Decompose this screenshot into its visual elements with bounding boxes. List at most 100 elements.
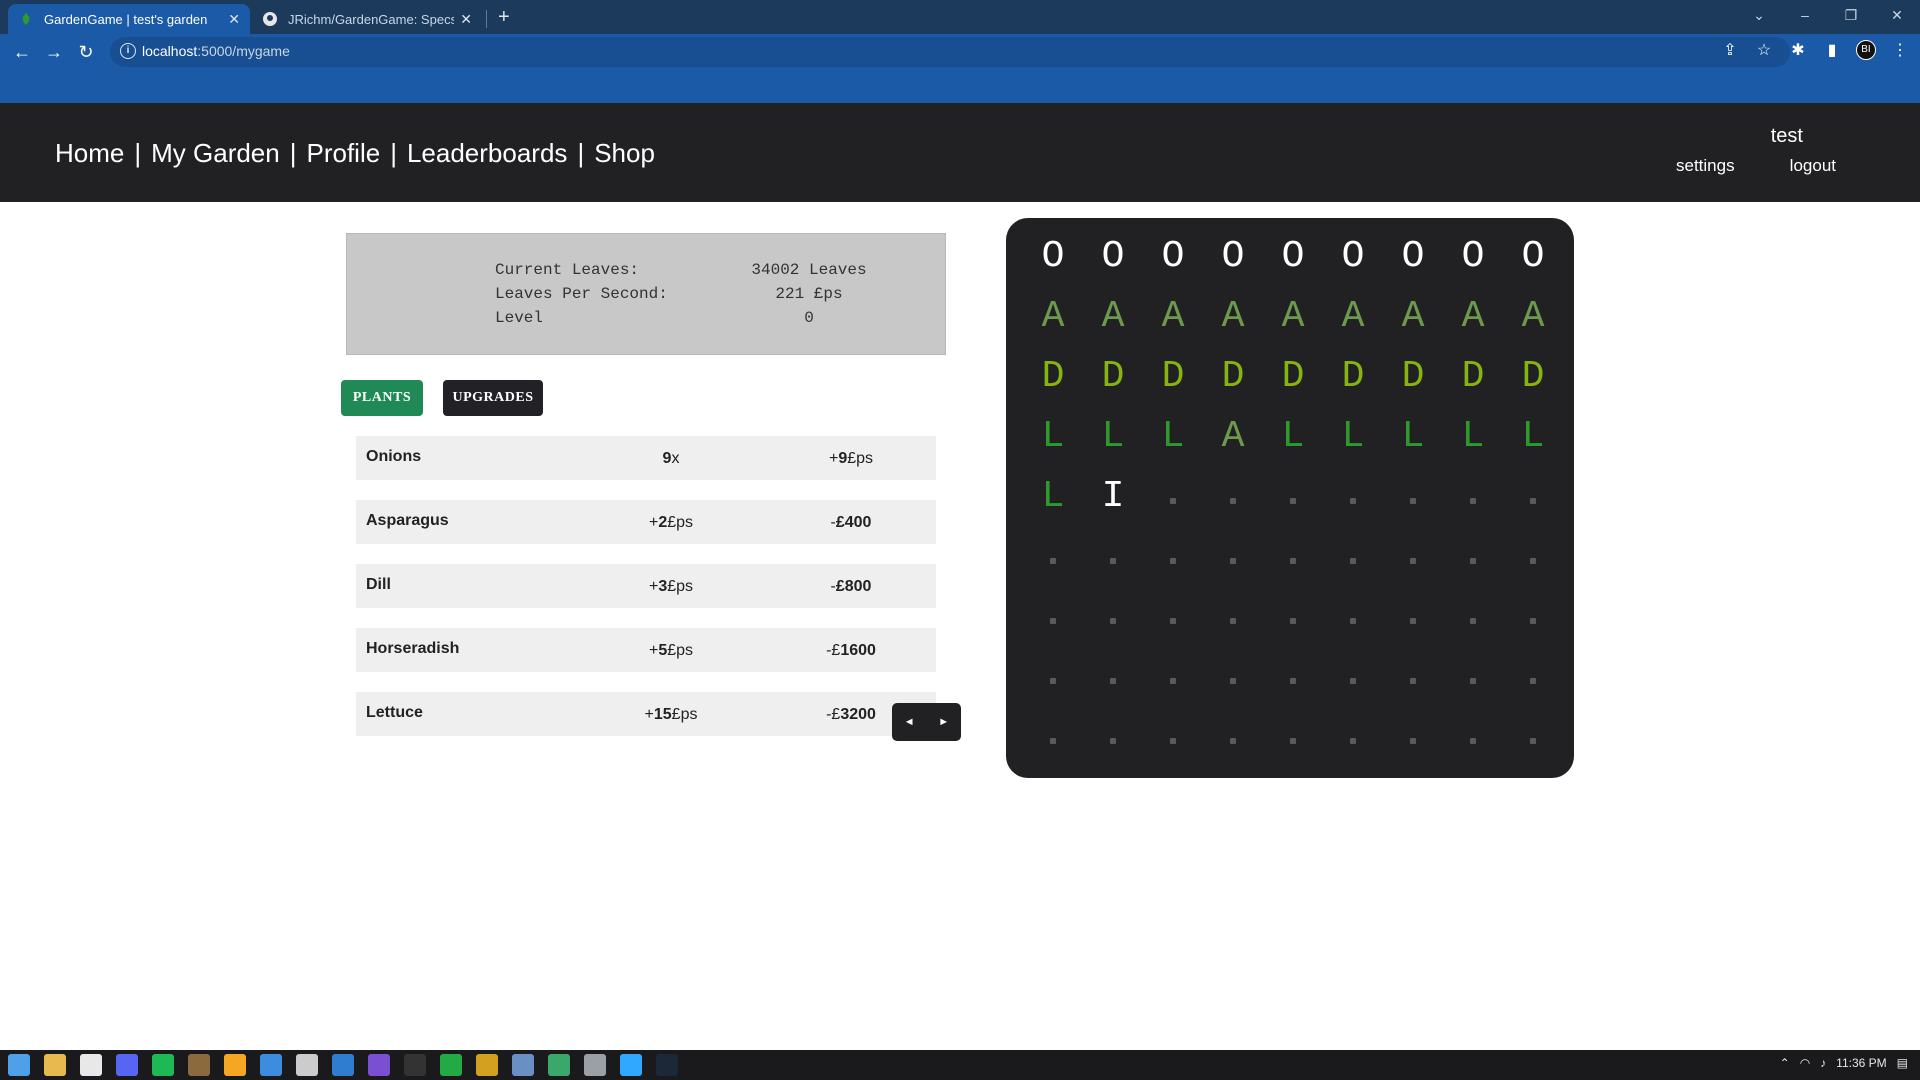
garden-cell-empty[interactable] — [1088, 652, 1138, 702]
clock[interactable]: 11:36 PM — [1836, 1056, 1886, 1070]
garden-cell-empty[interactable] — [1508, 712, 1558, 762]
taskbar-app-icon[interactable] — [296, 1054, 318, 1076]
garden-cell-plant[interactable]: O — [1088, 232, 1138, 282]
logout-link[interactable]: logout — [1790, 156, 1836, 176]
nav-shop-link[interactable]: Shop — [594, 138, 655, 169]
side-panel-icon[interactable]: ▮ — [1822, 40, 1842, 60]
garden-cell-empty[interactable] — [1268, 592, 1318, 642]
next-page-button[interactable]: ► — [938, 716, 949, 728]
browser-tab-github[interactable]: JRichm/GardenGame: Specs Cap ✕ — [252, 4, 482, 34]
taskbar-app-icon[interactable] — [116, 1054, 138, 1076]
garden-cell-plant[interactable]: O — [1508, 232, 1558, 282]
garden-cell-plant[interactable]: L — [1388, 412, 1438, 462]
garden-cell-plant[interactable]: O — [1028, 232, 1078, 282]
taskbar-app-icon[interactable] — [368, 1054, 390, 1076]
minimize-icon[interactable]: – — [1782, 0, 1828, 34]
garden-cell-plant[interactable]: L — [1028, 472, 1078, 522]
nav-my-garden-link[interactable]: My Garden — [151, 138, 280, 169]
garden-cell-empty[interactable] — [1088, 592, 1138, 642]
garden-cell-empty[interactable] — [1148, 472, 1198, 522]
garden-cell-plant[interactable]: D — [1388, 352, 1438, 402]
garden-cell-empty[interactable] — [1448, 652, 1498, 702]
taskbar-app-icon[interactable] — [476, 1054, 498, 1076]
bookmark-star-icon[interactable]: ☆ — [1754, 40, 1774, 60]
garden-cell-empty[interactable] — [1268, 652, 1318, 702]
taskbar-app-icon[interactable] — [188, 1054, 210, 1076]
settings-link[interactable]: settings — [1676, 156, 1735, 176]
garden-cell-empty[interactable] — [1388, 532, 1438, 582]
garden-cell-plant[interactable]: D — [1208, 352, 1258, 402]
browser-tab-active[interactable]: GardenGame | test's garden ✕ — [8, 4, 250, 34]
volume-icon[interactable]: ♪ — [1820, 1056, 1826, 1070]
garden-cell-plant[interactable]: A — [1088, 292, 1138, 342]
taskbar-app-icon[interactable] — [548, 1054, 570, 1076]
garden-cell-empty[interactable] — [1448, 532, 1498, 582]
plant-row-asparagus[interactable]: Asparagus +2£ps -£400 — [356, 500, 936, 544]
upgrades-tab-button[interactable]: UPGRADES — [443, 380, 543, 416]
garden-cell-plant[interactable]: A — [1028, 292, 1078, 342]
profile-avatar[interactable]: BI — [1856, 40, 1876, 60]
garden-cell-empty[interactable] — [1148, 652, 1198, 702]
garden-cell-plant[interactable]: D — [1148, 352, 1198, 402]
garden-cell-empty[interactable] — [1448, 472, 1498, 522]
taskbar-app-icon[interactable] — [656, 1054, 678, 1076]
garden-cell-plant[interactable]: A — [1328, 292, 1378, 342]
garden-cell-plant[interactable]: A — [1268, 292, 1318, 342]
garden-cell-plant[interactable]: I — [1088, 472, 1138, 522]
tab-search-icon[interactable]: ⌄ — [1736, 0, 1782, 34]
garden-cell-plant[interactable]: O — [1448, 232, 1498, 282]
garden-cell-empty[interactable] — [1328, 532, 1378, 582]
garden-cell-plant[interactable]: D — [1328, 352, 1378, 402]
garden-cell-empty[interactable] — [1028, 532, 1078, 582]
plant-row-onions[interactable]: Onions 9x +9£ps — [356, 436, 936, 480]
forward-arrow-icon[interactable]: → — [42, 40, 66, 64]
garden-cell-empty[interactable] — [1328, 712, 1378, 762]
garden-cell-plant[interactable]: L — [1148, 412, 1198, 462]
garden-cell-plant[interactable]: L — [1508, 412, 1558, 462]
plant-row-dill[interactable]: Dill +3£ps -£800 — [356, 564, 936, 608]
garden-cell-empty[interactable] — [1028, 652, 1078, 702]
garden-cell-empty[interactable] — [1208, 532, 1258, 582]
taskbar-app-icon[interactable] — [8, 1054, 30, 1076]
garden-cell-plant[interactable]: D — [1088, 352, 1138, 402]
garden-cell-empty[interactable] — [1148, 712, 1198, 762]
garden-cell-empty[interactable] — [1508, 532, 1558, 582]
plant-row-lettuce[interactable]: Lettuce +15£ps -£3200 — [356, 692, 936, 736]
garden-cell-empty[interactable] — [1388, 592, 1438, 642]
garden-cell-plant[interactable]: L — [1448, 412, 1498, 462]
plants-tab-button[interactable]: PLANTS — [341, 380, 423, 416]
notifications-icon[interactable]: ▤ — [1897, 1056, 1908, 1070]
garden-cell-plant[interactable]: A — [1148, 292, 1198, 342]
garden-cell-empty[interactable] — [1028, 592, 1078, 642]
garden-cell-empty[interactable] — [1448, 592, 1498, 642]
garden-cell-plant[interactable]: A — [1208, 292, 1258, 342]
garden-cell-empty[interactable] — [1388, 712, 1438, 762]
garden-cell-empty[interactable] — [1268, 712, 1318, 762]
garden-cell-plant[interactable]: D — [1508, 352, 1558, 402]
garden-cell-plant[interactable]: O — [1328, 232, 1378, 282]
garden-cell-plant[interactable]: L — [1088, 412, 1138, 462]
garden-cell-empty[interactable] — [1328, 592, 1378, 642]
garden-cell-empty[interactable] — [1508, 592, 1558, 642]
close-window-icon[interactable]: ✕ — [1874, 0, 1920, 34]
garden-cell-empty[interactable] — [1328, 652, 1378, 702]
garden-cell-empty[interactable] — [1448, 712, 1498, 762]
garden-cell-plant[interactable]: D — [1028, 352, 1078, 402]
garden-cell-plant[interactable]: O — [1208, 232, 1258, 282]
nav-home-link[interactable]: Home — [55, 138, 124, 169]
tab-close-icon[interactable]: ✕ — [228, 11, 240, 28]
taskbar-app-icon[interactable] — [512, 1054, 534, 1076]
new-tab-icon[interactable]: + — [498, 6, 510, 29]
tray-chevron-icon[interactable]: ⌃ — [1780, 1056, 1790, 1070]
garden-cell-plant[interactable]: L — [1268, 412, 1318, 462]
garden-cell-plant[interactable]: L — [1328, 412, 1378, 462]
share-icon[interactable]: ⇪ — [1720, 40, 1740, 60]
garden-cell-empty[interactable] — [1508, 472, 1558, 522]
garden-cell-empty[interactable] — [1208, 592, 1258, 642]
taskbar-app-icon[interactable] — [332, 1054, 354, 1076]
garden-cell-empty[interactable] — [1208, 712, 1258, 762]
restore-icon[interactable]: ❐ — [1828, 0, 1874, 34]
garden-cell-plant[interactable]: O — [1388, 232, 1438, 282]
taskbar-app-icon[interactable] — [224, 1054, 246, 1076]
taskbar-app-icon[interactable] — [80, 1054, 102, 1076]
